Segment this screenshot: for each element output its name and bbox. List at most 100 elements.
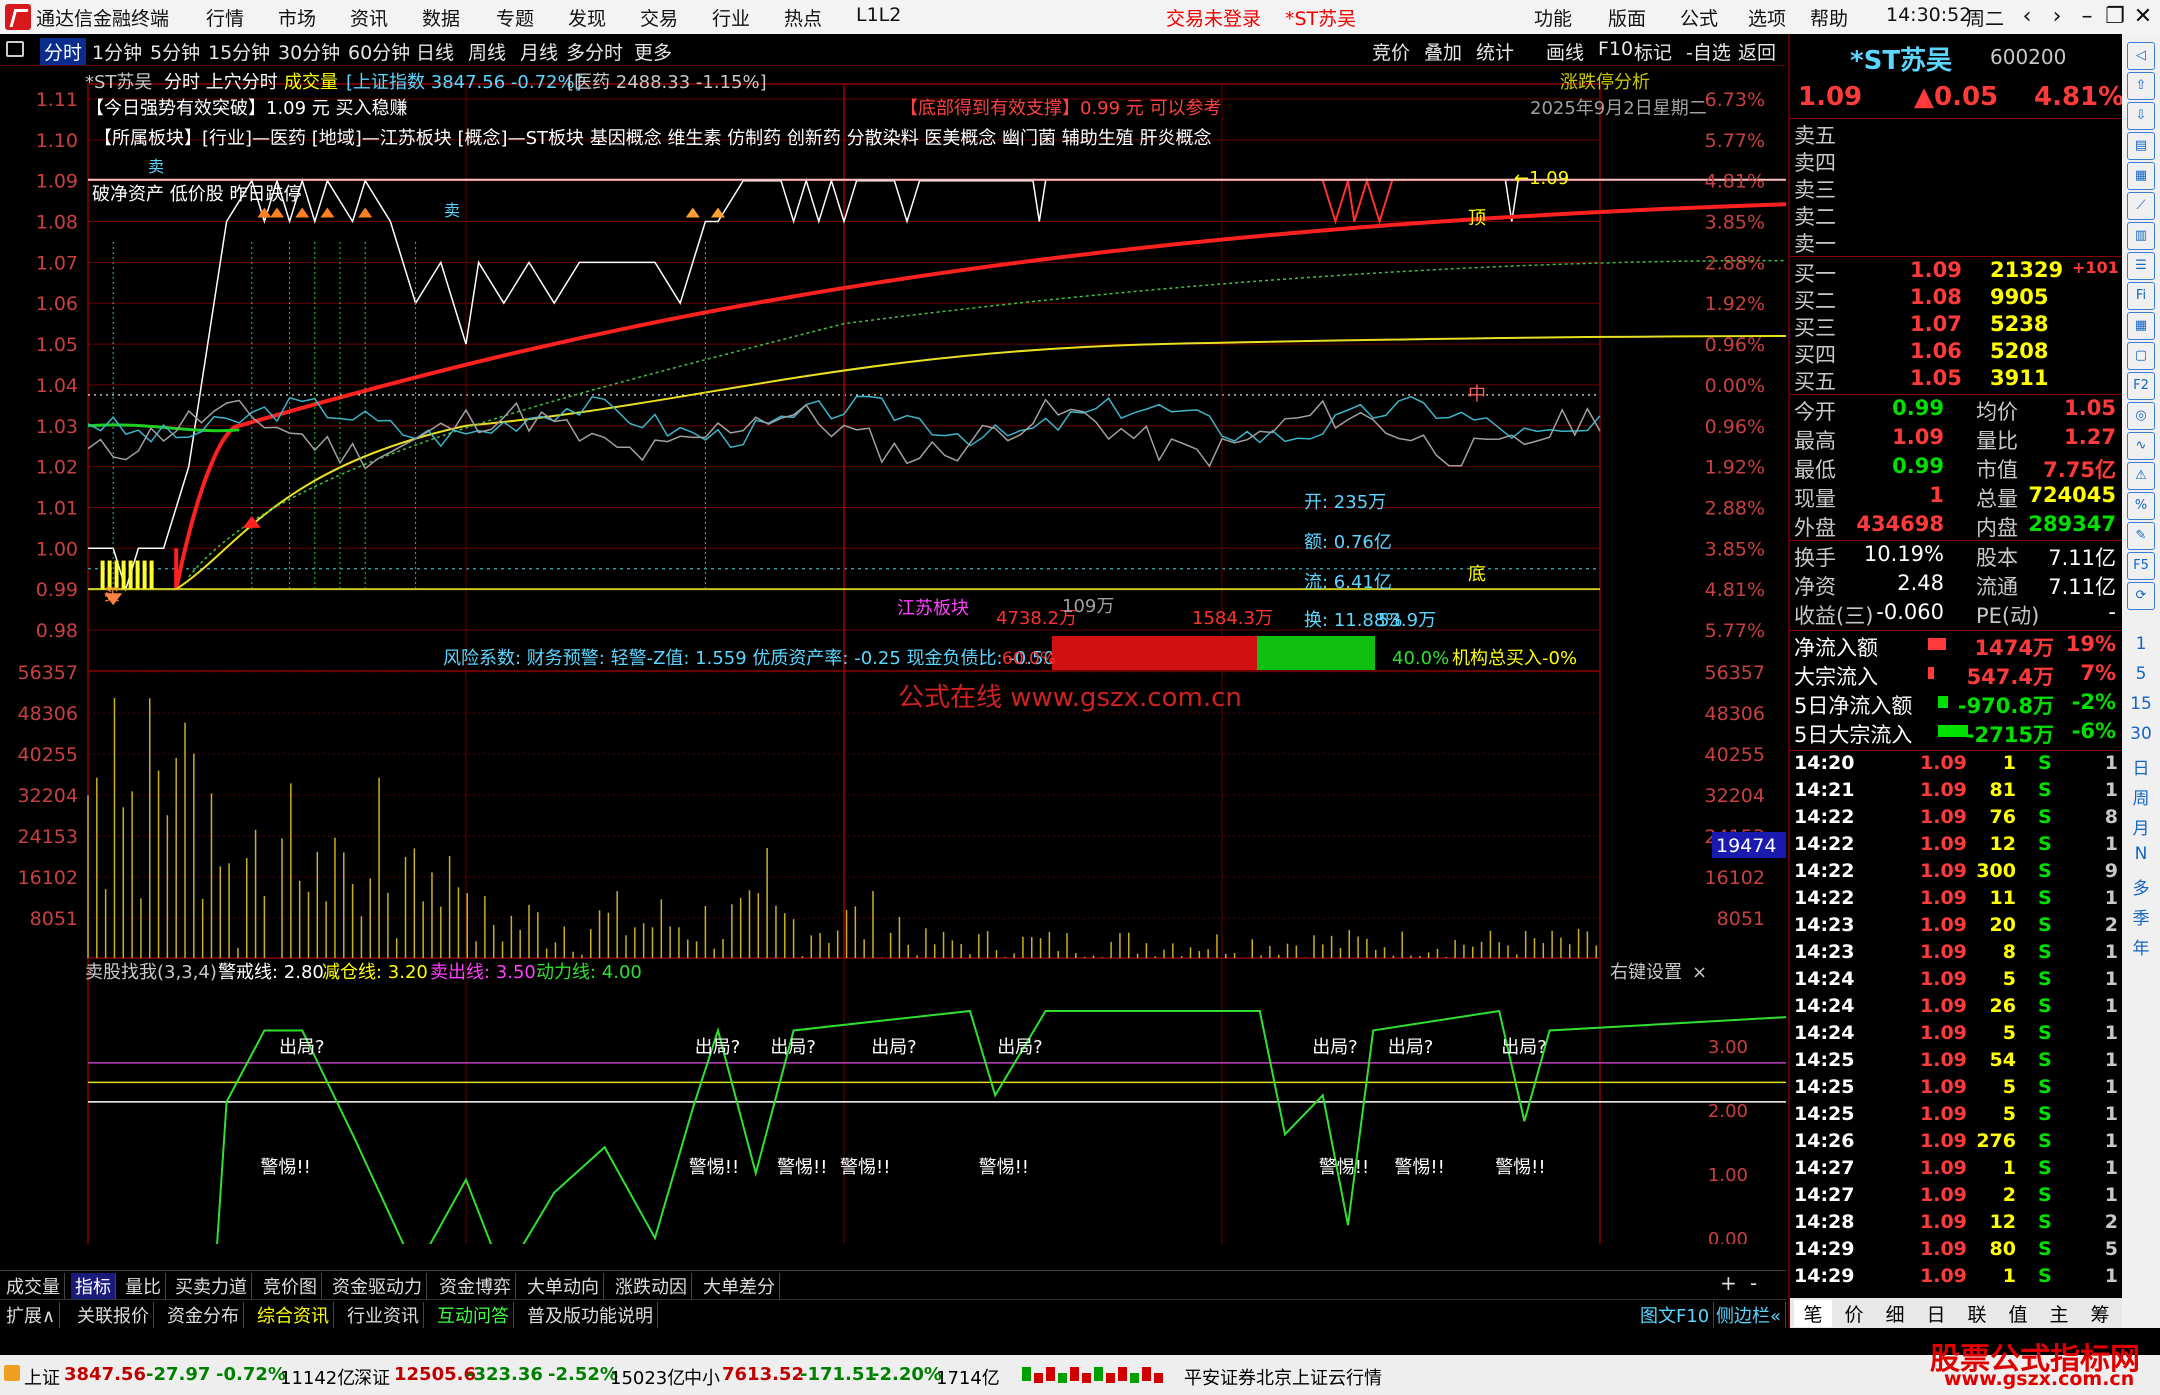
sidebar-period-9[interactable]: 季 [2126, 904, 2156, 929]
circle-icon[interactable]: ◎ [2127, 402, 2155, 430]
tool-tab-4[interactable]: F10 [1598, 38, 1633, 60]
sidebar-period-0[interactable]: 1 [2126, 634, 2156, 654]
menu-3[interactable]: 数据 [422, 4, 460, 31]
f2-icon[interactable]: F2 [2127, 372, 2155, 400]
quote-tab-6[interactable]: 主 [2040, 1300, 2078, 1327]
sidebar-period-3[interactable]: 30 [2126, 724, 2156, 744]
list-icon[interactable]: ☰ [2127, 252, 2155, 280]
sidebar-period-5[interactable]: 周 [2126, 784, 2156, 809]
extension-tab-5[interactable]: 互动问答 [433, 1302, 514, 1328]
menu-0[interactable]: 行情 [206, 4, 244, 31]
menu-9[interactable]: L1L2 [856, 4, 901, 26]
forward-arrow-icon[interactable]: › [2042, 3, 2072, 31]
period-tab-10[interactable]: 更多 [634, 38, 672, 65]
quote-tab-3[interactable]: 日 [1917, 1300, 1955, 1327]
sidebar-toggle[interactable]: 侧边栏« [1712, 1302, 1787, 1328]
indicator-tab-4[interactable]: 竞价图 [259, 1273, 322, 1299]
quote-tab-7[interactable]: 筹 [2081, 1300, 2119, 1327]
add-tab-icon[interactable]: + [1720, 1271, 1737, 1295]
indicator-tab-8[interactable]: 涨跌动因 [611, 1273, 692, 1299]
back-arrow-icon[interactable]: ‹ [2012, 3, 2042, 31]
system-menu-3[interactable]: 选项 [1748, 4, 1786, 31]
sidebar-period-2[interactable]: 15 [2126, 694, 2156, 714]
quote-tab-5[interactable]: 值 [1999, 1300, 2037, 1327]
menu-4[interactable]: 专题 [496, 4, 534, 31]
sidebar-period-7[interactable]: N [2126, 844, 2156, 864]
doc-icon[interactable]: ▢ [2127, 342, 2155, 370]
period-tab-3[interactable]: 15分钟 [208, 38, 270, 65]
f10-tab[interactable]: 图文F10 [1636, 1302, 1715, 1328]
indicator-tab-0[interactable]: 成交量 [2, 1273, 65, 1299]
login-status[interactable]: 交易未登录 [1166, 4, 1261, 31]
bid-row[interactable]: 买三 1.07 5238 [1790, 312, 2124, 340]
tool-tab-6[interactable]: -自选 [1686, 38, 1731, 65]
tool-tab-5[interactable]: 标记 [1634, 38, 1672, 65]
tool-tab-3[interactable]: 画线 [1546, 38, 1584, 65]
bid-row[interactable]: 买五 1.05 3911 [1790, 366, 2124, 394]
extension-tab-0[interactable]: 扩展∧ [2, 1302, 61, 1328]
indicator-tab-7[interactable]: 大单动向 [523, 1273, 604, 1299]
refresh-icon[interactable]: ⟳ [2127, 582, 2155, 610]
sidebar-period-8[interactable]: 多 [2126, 874, 2156, 899]
menu-6[interactable]: 交易 [640, 4, 678, 31]
fund-icon[interactable]: Fi [2127, 282, 2155, 310]
quote-tab-4[interactable]: 联 [1958, 1300, 1996, 1327]
extension-tab-2[interactable]: 资金分布 [163, 1302, 244, 1328]
book-icon[interactable]: ▤ [2127, 132, 2155, 160]
indicator-tab-5[interactable]: 资金驱动力 [328, 1273, 427, 1299]
tool-tab-2[interactable]: 统计 [1476, 38, 1514, 65]
indicator-tab-2[interactable]: 量比 [121, 1273, 166, 1299]
layout-toggle-icon[interactable] [6, 41, 24, 57]
indicator-tab-6[interactable]: 资金博弈 [435, 1273, 516, 1299]
sidebar-period-1[interactable]: 5 [2126, 664, 2156, 684]
quote-tab-1[interactable]: 价 [1835, 1300, 1873, 1327]
period-tab-8[interactable]: 月线 [520, 38, 558, 65]
period-tab-1[interactable]: 1分钟 [92, 38, 142, 65]
tool-tab-1[interactable]: 叠加 [1424, 38, 1462, 65]
maximize-icon[interactable]: ❐ [2100, 3, 2130, 31]
period-tab-4[interactable]: 30分钟 [278, 38, 340, 65]
percent-icon[interactable]: % [2127, 492, 2155, 520]
quote-tab-2[interactable]: 细 [1876, 1300, 1914, 1327]
system-menu-1[interactable]: 版面 [1608, 4, 1646, 31]
sidebar-period-6[interactable]: 月 [2126, 814, 2156, 839]
system-menu-4[interactable]: 帮助 [1810, 4, 1848, 31]
indicator-tab-1[interactable]: 指标 [71, 1273, 116, 1299]
line-chart-icon[interactable]: ⟋ [2127, 192, 2155, 220]
indicator-tab-3[interactable]: 买卖力道 [171, 1273, 252, 1299]
sidebar-period-4[interactable]: 日 [2126, 754, 2156, 779]
extension-tab-3[interactable]: 综合资讯 [253, 1302, 334, 1328]
extension-tab-4[interactable]: 行业资讯 [343, 1302, 424, 1328]
menu-8[interactable]: 热点 [784, 4, 822, 31]
extension-tab-1[interactable]: 关联报价 [73, 1302, 154, 1328]
system-menu-2[interactable]: 公式 [1680, 4, 1718, 31]
bid-row[interactable]: 买一 1.09 21329 +101 [1790, 258, 2124, 286]
alert-icon[interactable]: ⚠ [2127, 462, 2155, 490]
quote-tab-0[interactable]: 笔 [1794, 1300, 1832, 1327]
period-tab-9[interactable]: 多分时 [566, 38, 623, 65]
period-tab-5[interactable]: 60分钟 [348, 38, 410, 65]
menu-7[interactable]: 行业 [712, 4, 750, 31]
f5-icon[interactable]: F5 [2127, 552, 2155, 580]
remove-tab-icon[interactable]: - [1750, 1271, 1757, 1295]
collapse-icon[interactable]: ◁ [2127, 42, 2155, 70]
menu-5[interactable]: 发现 [568, 4, 606, 31]
extension-tab-6[interactable]: 普及版功能说明 [523, 1302, 658, 1328]
tool-tab-0[interactable]: 竞价 [1372, 38, 1410, 65]
menu-1[interactable]: 市场 [278, 4, 316, 31]
minimize-icon[interactable]: – [2072, 3, 2102, 31]
bid-row[interactable]: 买二 1.08 9905 [1790, 285, 2124, 313]
period-tab-2[interactable]: 5分钟 [150, 38, 200, 65]
close-icon[interactable]: ✕ [2128, 3, 2158, 31]
tool-tab-7[interactable]: 返回 [1738, 38, 1776, 65]
pen-icon[interactable]: ✎ [2127, 522, 2155, 550]
period-tab-6[interactable]: 日线 [416, 38, 454, 65]
table-icon[interactable]: ▦ [2127, 162, 2155, 190]
up-arrow-icon[interactable]: ⇧ [2127, 72, 2155, 100]
menu-2[interactable]: 资讯 [350, 4, 388, 31]
wave-icon[interactable]: ∿ [2127, 432, 2155, 460]
indicator-tab-9[interactable]: 大单差分 [699, 1273, 780, 1299]
period-tab-0[interactable]: 分时 [40, 38, 87, 65]
intraday-chart[interactable]: 出局? 出局? 出局? 出局? 出局? 出局? 出局? 出局? 警惕!! 警惕!! 警惕!! 警惕!!… [0, 66, 1786, 1244]
grid-icon[interactable]: ▦ [2127, 312, 2155, 340]
